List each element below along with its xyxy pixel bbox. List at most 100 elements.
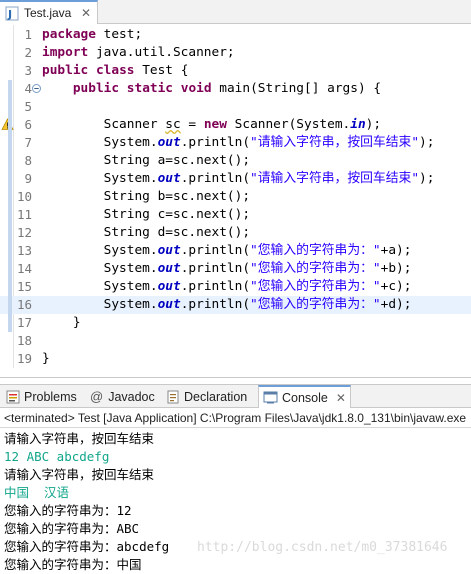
fold-collapse-icon[interactable] — [32, 84, 41, 93]
line-number: 17 — [16, 315, 32, 330]
code-token: .println( — [180, 261, 251, 276]
code-text: import java.util.Scanner; — [42, 44, 235, 62]
code-text: System.out.println("请输入字符串，按回车结束"); — [42, 134, 435, 152]
code-line[interactable]: 9 System.out.println("请输入字符串，按回车结束"); — [0, 170, 471, 188]
keyword-token: public — [72, 81, 120, 96]
line-number: 19 — [16, 351, 32, 366]
code-editor[interactable]: 1 package test; 2 import java.util.Scanner;… — [0, 25, 471, 368]
tab-javadoc-label: Javadoc — [108, 389, 155, 404]
code-text: public class Test { — [42, 62, 188, 80]
field-token: out — [157, 297, 181, 312]
code-text: System.out.println("您输入的字符串为："+c); — [42, 278, 412, 296]
code-token: Test { — [134, 63, 189, 78]
code-token: ); — [419, 171, 435, 186]
code-line[interactable]: 5 — [0, 98, 471, 116]
code-line[interactable]: 17 } — [0, 314, 471, 332]
tab-console[interactable]: Console ✕ — [258, 385, 351, 408]
console-view[interactable]: <terminated> Test [Java Application] C:\… — [0, 408, 471, 574]
code-line[interactable]: 11 String c=sc.next(); — [0, 206, 471, 224]
at-sign-icon: @ — [90, 389, 104, 404]
code-token: java.util.Scanner; — [88, 45, 235, 60]
close-icon[interactable]: ✕ — [81, 6, 91, 20]
console-input-line: 中国 汉语 — [4, 485, 70, 500]
code-token: +a); — [380, 243, 412, 258]
code-line[interactable]: 18 — [0, 332, 471, 350]
code-text: String c=sc.next(); — [42, 206, 250, 224]
code-line[interactable]: 2 import java.util.Scanner; — [0, 44, 471, 62]
code-token: +d); — [380, 297, 412, 312]
keyword-token: public — [42, 63, 89, 78]
declaration-icon — [167, 390, 179, 403]
console-status: <terminated> Test [Java Application] C:\… — [0, 408, 471, 428]
code-token: Scanner(System. — [226, 117, 351, 132]
console-output-line: 您输入的字符串为：abcdefg — [4, 539, 170, 554]
string-token: "您输入的字符串为：" — [250, 261, 381, 276]
code-line[interactable]: 8 String a=sc.next(); — [0, 152, 471, 170]
string-token: "您输入的字符串为：" — [250, 279, 381, 294]
code-token: String c=sc.next(); — [42, 207, 251, 222]
editor-tab-title: Test.java — [24, 6, 72, 20]
console-input-line: 12 ABC abcdefg — [4, 449, 110, 464]
keyword-token: import — [42, 45, 89, 60]
code-line[interactable]: 7 System.out.println("请输入字符串，按回车结束"); — [0, 134, 471, 152]
code-token: ); — [419, 135, 435, 150]
code-line[interactable]: 16 System.out.println("您输入的字符串为："+d); — [0, 296, 471, 314]
code-token: test; — [95, 27, 143, 42]
close-icon[interactable]: ✕ — [336, 391, 346, 405]
line-number: 3 — [24, 63, 32, 78]
line-number: 5 — [24, 99, 32, 114]
code-line[interactable]: 13 System.out.println("您输入的字符串为："+a); — [0, 242, 471, 260]
console-output-line: 请输入字符串，按回车结束 — [4, 431, 155, 446]
field-token: out — [157, 171, 181, 186]
field-token: out — [157, 243, 181, 258]
code-text: System.out.println("您输入的字符串为："+a); — [42, 242, 412, 260]
tab-declaration-label: Declaration — [184, 389, 248, 404]
line-number: 2 — [24, 45, 32, 60]
field-token: out — [157, 135, 181, 150]
code-text: String b=sc.next(); — [42, 188, 250, 206]
code-line[interactable]: 14 System.out.println("您输入的字符串为："+b); — [0, 260, 471, 278]
code-text: Scanner sc = new Scanner(System.in); — [42, 116, 381, 134]
keyword-token: class — [95, 63, 135, 78]
code-token: String b=sc.next(); — [42, 189, 251, 204]
string-token: "请输入字符串，按回车结束" — [250, 171, 420, 186]
line-number: 15 — [16, 279, 32, 294]
code-token: .println( — [180, 171, 251, 186]
code-token: } — [42, 351, 50, 366]
line-number: 12 — [16, 225, 32, 240]
code-token: System. — [42, 135, 158, 150]
field-token: out — [157, 279, 181, 294]
tab-problems[interactable]: Problems — [2, 385, 81, 408]
line-number: 1 — [24, 27, 32, 42]
tab-console-label: Console — [282, 390, 328, 405]
code-token: .println( — [180, 243, 251, 258]
code-line[interactable]: 4 public static void main(String[] args)… — [0, 80, 471, 98]
code-line[interactable]: 15 System.out.println("您输入的字符串为："+c); — [0, 278, 471, 296]
string-token: "您输入的字符串为：" — [250, 297, 381, 312]
code-line[interactable]: 10 String b=sc.next(); — [0, 188, 471, 206]
string-token: "请输入字符串，按回车结束" — [250, 135, 420, 150]
code-line[interactable]: 1 package test; — [0, 26, 471, 44]
code-line[interactable]: 3 public class Test { — [0, 62, 471, 80]
code-line[interactable]: 19} — [0, 350, 471, 368]
console-icon — [263, 391, 278, 404]
code-token: System. — [42, 243, 158, 258]
keyword-token: void — [180, 81, 212, 96]
code-text: package test; — [42, 26, 142, 44]
code-token: } — [42, 315, 81, 330]
line-number: 8 — [24, 153, 32, 168]
line-number: 14 — [16, 261, 32, 276]
editor-tab-test-java[interactable]: J Test.java ✕ — [0, 0, 98, 24]
code-line[interactable]: 12 String d=sc.next(); — [0, 224, 471, 242]
code-text: System.out.println("您输入的字符串为："+b); — [42, 260, 412, 278]
console-output-line: 请输入字符串，按回车结束 — [4, 467, 155, 482]
tab-javadoc[interactable]: @ Javadoc — [86, 385, 159, 408]
java-file-icon: J — [5, 6, 19, 21]
code-token: +c); — [380, 279, 412, 294]
tab-declaration[interactable]: Declaration — [162, 385, 251, 408]
code-line[interactable]: 6 Scanner sc = new Scanner(System.in); — [0, 116, 471, 134]
editor-horizontal-scrollbar[interactable] — [0, 368, 471, 378]
